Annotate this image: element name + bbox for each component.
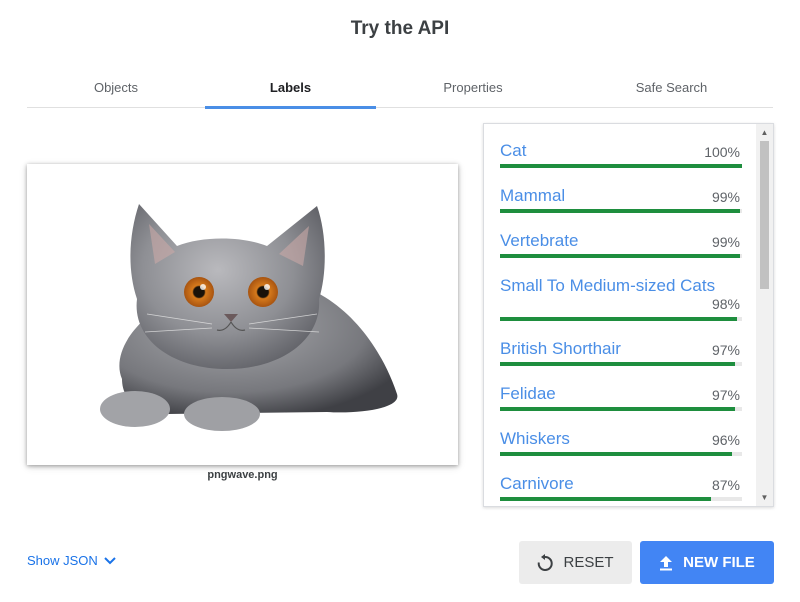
label-score: 96%: [711, 432, 740, 448]
confidence-bar-fill: [500, 164, 742, 168]
page-title: Try the API: [350, 18, 450, 39]
confidence-bar-fill: [500, 209, 740, 213]
new-file-label: NEW FILE: [683, 554, 755, 571]
confidence-bar: [500, 164, 742, 168]
label-result-row: British Shorthair 97%: [500, 322, 742, 367]
new-file-button[interactable]: NEW FILE: [640, 541, 774, 584]
scroll-down-icon[interactable]: ▼: [756, 489, 773, 506]
label-score: 97%: [711, 387, 740, 403]
chevron-down-icon: [104, 556, 116, 564]
confidence-bar: [500, 362, 742, 366]
confidence-bar-fill: [500, 407, 735, 411]
uploaded-image: [27, 164, 458, 465]
confidence-bar: [500, 317, 742, 321]
label-result-row: Small To Medium-sized Cats 98%: [500, 259, 742, 322]
label-name: Mammal: [500, 186, 566, 205]
label-result-row: Carnivore 87%: [500, 457, 742, 502]
tab-safe-search[interactable]: Safe Search: [570, 66, 773, 108]
label-name: Vertebrate: [500, 231, 579, 250]
results-scrollbar[interactable]: ▲ ▼: [756, 124, 773, 506]
reset-button[interactable]: RESET: [519, 541, 632, 584]
confidence-bar: [500, 452, 742, 456]
confidence-bar: [500, 497, 742, 501]
label-name: Carnivore: [500, 474, 574, 493]
confidence-bar: [500, 209, 742, 213]
reset-icon: [538, 553, 554, 571]
label-name: Whiskers: [500, 429, 570, 448]
label-results-list: Cat 100% Mammal 99% Vertebrate 99% Small To Me…: [500, 124, 742, 502]
upload-icon: [660, 555, 673, 570]
tab-bar: Objects Labels Properties Safe Search: [27, 66, 773, 109]
confidence-bar-fill: [500, 317, 738, 321]
label-result-row: Mammal 99%: [500, 169, 742, 214]
label-score: 97%: [711, 342, 740, 358]
label-score: 99%: [711, 189, 740, 205]
reset-label: RESET: [563, 554, 614, 571]
label-score: 100%: [704, 144, 740, 160]
label-name: Small To Medium-sized Cats: [500, 276, 716, 295]
confidence-bar-fill: [500, 254, 740, 258]
confidence-bar: [500, 407, 742, 411]
confidence-bar-fill: [500, 362, 735, 366]
confidence-bar: [500, 254, 742, 258]
label-score: 87%: [711, 477, 740, 493]
confidence-bar-fill: [500, 497, 711, 501]
label-results-panel[interactable]: Cat 100% Mammal 99% Vertebrate 99% Small To Me…: [483, 123, 774, 507]
label-result-row: Felidae 97%: [500, 367, 742, 412]
scroll-up-icon[interactable]: ▲: [756, 124, 773, 141]
show-json-label: Show JSON: [27, 553, 98, 568]
label-result-row: Whiskers 96%: [500, 412, 742, 457]
tab-properties[interactable]: Properties: [376, 66, 570, 108]
label-name: British Shorthair: [500, 339, 621, 358]
label-result-row: Cat 100%: [500, 124, 742, 169]
label-score: 98%: [711, 296, 740, 312]
scroll-thumb[interactable]: [760, 141, 769, 289]
confidence-bar-fill: [500, 452, 733, 456]
label-result-row: Vertebrate 99%: [500, 214, 742, 259]
label-score: 99%: [711, 234, 740, 250]
tab-objects[interactable]: Objects: [27, 66, 205, 108]
show-json-toggle[interactable]: Show JSON: [27, 553, 116, 568]
cat-photo: [100, 204, 398, 431]
label-name: Felidae: [500, 384, 556, 403]
tab-labels[interactable]: Labels: [205, 66, 376, 109]
image-filename: pngwave.png: [207, 469, 278, 481]
